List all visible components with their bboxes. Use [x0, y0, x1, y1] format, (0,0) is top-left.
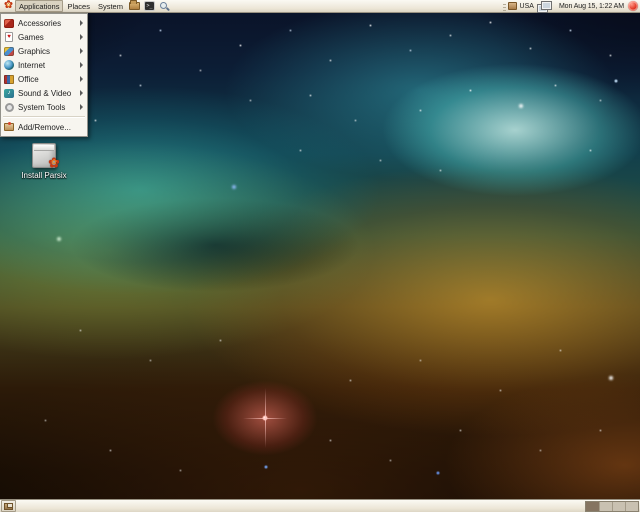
menu-system[interactable]: System: [94, 0, 127, 12]
desktop-icon-label: Install Parsix: [21, 171, 67, 180]
submenu-arrow-icon: [80, 104, 83, 110]
search-launcher[interactable]: [158, 0, 172, 12]
keyboard-layout-indicator[interactable]: USA: [520, 3, 534, 10]
package-tray-icon[interactable]: [507, 2, 517, 10]
menu-item-label: Accessories: [18, 18, 62, 28]
bottom-panel: [0, 499, 640, 512]
terminal-launcher[interactable]: >_: [143, 0, 157, 12]
desktop-icon-install-parsix[interactable]: ✿ ✿ Install Parsix: [14, 143, 74, 180]
submenu-arrow-icon: [80, 90, 83, 96]
menu-item-label: Sound & Video: [18, 88, 72, 98]
games-card-icon: ♥: [5, 32, 13, 42]
network-monitors-icon[interactable]: [536, 0, 552, 13]
applications-menu-dropdown: Accessories ♥ Games Graphics Internet Of…: [0, 13, 88, 137]
show-desktop-icon: [4, 502, 13, 510]
menu-item-add-remove[interactable]: Add/Remove...: [1, 120, 87, 134]
applet-handle[interactable]: [502, 1, 506, 11]
menu-item-label: Office: [18, 74, 39, 84]
home-folder-icon: [129, 0, 141, 10]
submenu-arrow-icon: [80, 34, 83, 40]
installer-package-icon: ✿ ✿: [32, 143, 60, 169]
menu-item-sound-video[interactable]: ♪ Sound & Video: [1, 86, 87, 100]
red-star-flare: [243, 418, 287, 419]
menu-item-label: Graphics: [18, 46, 51, 56]
workspace-3[interactable]: [612, 501, 625, 511]
menu-item-label: Add/Remove...: [18, 122, 71, 132]
menu-places[interactable]: Places: [63, 0, 94, 12]
power-icon[interactable]: [628, 1, 638, 11]
menu-item-label: Games: [18, 32, 44, 42]
menu-item-games[interactable]: ♥ Games: [1, 30, 87, 44]
menu-separator: [3, 116, 85, 118]
menu-item-system-tools[interactable]: System Tools: [1, 100, 87, 114]
menu-applications[interactable]: Applications: [15, 0, 64, 12]
menu-item-graphics[interactable]: Graphics: [1, 44, 87, 58]
workspace-4[interactable]: [625, 501, 638, 511]
menu-item-internet[interactable]: Internet: [1, 58, 87, 72]
search-icon: [159, 1, 170, 12]
graphics-palette-icon: [4, 46, 14, 56]
sound-video-icon: ♪: [4, 88, 14, 98]
submenu-arrow-icon: [80, 62, 83, 68]
menu-item-office[interactable]: Office: [1, 72, 87, 86]
internet-globe-icon: [4, 60, 14, 70]
submenu-arrow-icon: [80, 20, 83, 26]
desktop-screen: ✿ ✿ Applications Places System >_ USA Mo…: [0, 0, 640, 512]
desktop-wallpaper: [0, 0, 640, 512]
parsix-flower-icon: ✿ ✿: [48, 154, 60, 171]
workspace-switcher: [585, 500, 639, 512]
menu-item-accessories[interactable]: Accessories: [1, 16, 87, 30]
panel-tray: USA Mon Aug 15, 1:22 AM: [502, 0, 638, 13]
flower-logo-icon: ✿ ✿: [3, 0, 14, 12]
menu-item-label: Internet: [18, 60, 46, 70]
workspace-1[interactable]: [586, 501, 599, 511]
home-folder-launcher[interactable]: [128, 0, 142, 12]
menu-item-label: System Tools: [18, 102, 66, 112]
clock-applet[interactable]: Mon Aug 15, 1:22 AM: [559, 3, 624, 10]
add-remove-package-icon: [4, 122, 14, 131]
show-desktop-button[interactable]: [1, 500, 16, 512]
office-books-icon: [4, 74, 14, 84]
terminal-icon: >_: [144, 1, 156, 11]
workspace-2[interactable]: [599, 501, 612, 511]
system-tools-icon: [4, 102, 14, 112]
submenu-arrow-icon: [80, 76, 83, 82]
accessories-icon: [4, 18, 14, 28]
submenu-arrow-icon: [80, 48, 83, 54]
parsix-logo-icon[interactable]: ✿ ✿: [2, 0, 15, 12]
top-panel: ✿ ✿ Applications Places System >_ USA Mo…: [0, 0, 640, 13]
